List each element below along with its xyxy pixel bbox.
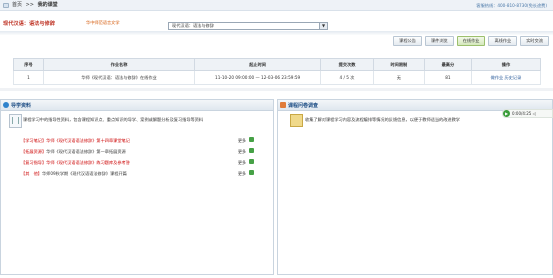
list-item-link[interactable]: 华师《现代汉语语法修辞》第十四章课堂笔记 [46,138,130,143]
breadcrumb-current: 我的课堂 [37,2,58,8]
course-title: 现代汉语：语法与修辞 [3,21,55,27]
col-limit: 时间限制 [372,58,425,71]
col-index: 序号 [13,58,44,71]
panel-description: 收集了解对课程学习内容及流程编排等情况的反馈信息，以便于教师适当的改进教学 [305,117,460,122]
panel-title: 导学资料 [11,102,32,109]
panel-description: 课程学习中的指导性资料，包含课程知识点、重点知识的导学、案例或解题分析及复习指导… [23,117,204,122]
info-icon [3,102,9,108]
cell-index: 1 [13,70,44,85]
cell-time: 11-10-20 09:00:00 — 12-03-06 23:59:59 [194,70,322,85]
col-name: 作业名称 [42,58,196,71]
breadcrumb-sep: >> [25,2,34,8]
player-time: 0:00/4:25 ◁ [512,111,536,116]
study-materials-panel: 导学资料 课程学习中的指导性资料，包含课程知识点、重点知识的导学、案例或解题分析… [0,99,274,275]
arrow-icon[interactable] [249,159,254,164]
tab-bar: 课程公告 课件浏览 在线作业 离线作业 实时交流 [393,36,549,46]
tab-courseware[interactable]: 课件浏览 [424,36,454,46]
breadcrumb: 首页 >> 我的课堂 [12,2,60,9]
course-select-value: 现代汉语：语法与修辞 [172,23,214,28]
col-score: 最高分 [423,58,472,71]
list-item-link[interactable]: 华师《现代汉语语法修辞》第一章拓展资源 [46,149,126,154]
top-bar [0,0,553,11]
arrow-icon[interactable] [249,137,254,142]
list-item[interactable]: 【拓展资源】华师《现代汉语语法修辞》第一章拓展资源 [21,148,126,155]
folder-icon [290,114,303,127]
list-item[interactable]: 【学习笔记】华师《现代汉语语法修辞》第十四章课堂笔记 [21,137,130,144]
col-ops: 操作 [470,58,542,71]
book-icon [9,114,22,128]
list-item-link[interactable]: 华师09秋学期《现代汉语语法修辞》课程开篇 [42,171,127,176]
cell-count: 4 / 5 次 [320,70,374,85]
panel-header: 导学资料 [1,100,273,111]
panel-title: 课程问卷调查 [288,102,319,109]
cell-ops-links[interactable]: 做作业 历史记录 [470,70,542,85]
more-link[interactable]: 更多 [238,149,246,155]
hotline-text: 客服热线：400-810-8730(免长途费) [476,3,547,8]
arrow-icon[interactable] [249,170,254,175]
table-header-row: 序号 作业名称 起止时间 提交次数 时间限制 最高分 操作 [13,58,542,71]
list-item-tag: 【学习笔记】 [21,138,47,143]
survey-icon [280,102,286,108]
list-item[interactable]: 【复习指导】华师《现代汉语语法修辞》练习题库及参考答 [21,159,130,166]
cell-score: 81 [423,70,472,85]
list-item-tag: 【复习指导】 [21,160,47,165]
table-row: 1 华师《现代汉语：语法与修辞》在线作业 11-10-20 09:00:00 —… [13,70,542,85]
course-survey-panel: 课程问卷调查 收集了解对课程学习内容及流程编排等情况的反馈信息，以便于教师适当的… [277,99,553,275]
list-item-tag: 【拓展资源】 [21,149,47,154]
tab-announcement[interactable]: 课程公告 [393,36,422,46]
col-count: 提交次数 [320,58,374,71]
list-item-link[interactable]: 华师《现代汉语语法修辞》练习题库及参考答 [46,160,130,165]
cell-limit: 无 [372,70,425,85]
course-subtitle: 华中师范语言文学 [86,20,120,26]
list-item[interactable]: 【其 他】华师09秋学期《现代汉语语法修辞》课程开篇 [21,170,127,177]
arrow-icon[interactable] [249,148,254,153]
more-link[interactable]: 更多 [238,160,246,166]
tab-offline-homework[interactable]: 离线作业 [488,36,518,46]
panel-header-strip [0,31,553,35]
breadcrumb-home[interactable]: 首页 [12,2,22,8]
more-link[interactable]: 更多 [238,171,246,177]
cell-name: 华师《现代汉语：语法与修辞》在线作业 [42,70,196,85]
chevron-down-icon[interactable]: ▼ [319,23,327,29]
tab-online-homework[interactable]: 在线作业 [456,36,486,46]
home-icon[interactable] [3,3,9,8]
play-icon[interactable]: ▶ [503,110,510,117]
homework-table: 序号 作业名称 起止时间 提交次数 时间限制 最高分 操作 1 华师《现代汉语：… [13,58,542,85]
section-divider [0,88,553,91]
course-select[interactable]: 现代汉语：语法与修辞 ▼ [168,22,328,30]
more-link[interactable]: 更多 [238,138,246,144]
list-item-tag: 【其 他】 [21,171,42,176]
tab-live-chat[interactable]: 实时交流 [520,36,549,46]
col-time: 起止时间 [194,58,322,71]
